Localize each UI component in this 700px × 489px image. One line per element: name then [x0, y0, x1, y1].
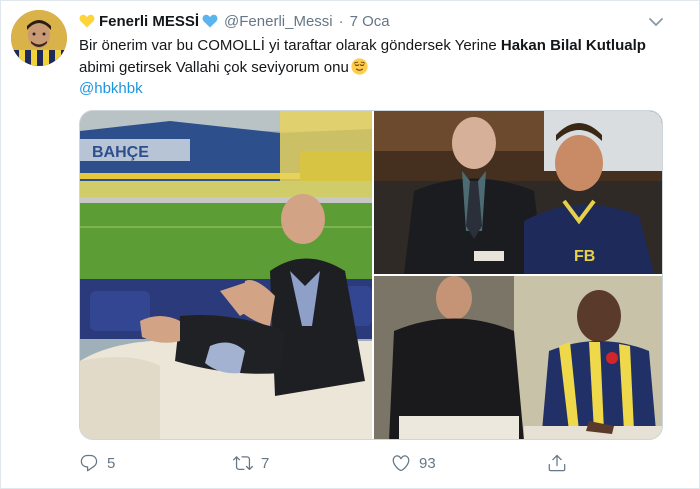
retweet-count: 7 [261, 454, 270, 472]
share-button[interactable] [547, 451, 575, 475]
svg-text:FB: FB [574, 248, 595, 265]
avatar[interactable] [11, 10, 67, 66]
tweet-text: Bir önerim var bu COMOLLİ yi taraftar ol… [79, 35, 659, 79]
separator-dot: · [338, 12, 344, 30]
tweet-card[interactable]: Fenerli MESSİ @Fenerli_Messi · 7 Oca Bir… [0, 0, 700, 489]
share-icon [548, 454, 566, 472]
tweet-header: Fenerli MESSİ @Fenerli_Messi · 7 Oca [79, 10, 659, 32]
avatar-image [11, 10, 67, 66]
chevron-down-icon[interactable] [647, 13, 665, 31]
yellow-heart-icon [79, 14, 95, 28]
display-name[interactable]: Fenerli MESSİ [99, 13, 199, 30]
tweet-text-part1: Bir önerim var bu COMOLLİ yi taraftar ol… [79, 37, 501, 54]
reply-icon [80, 454, 98, 472]
contract-signing-photo[interactable]: FB [374, 111, 662, 274]
retweet-icon [233, 456, 253, 471]
jersey-signing-photo[interactable] [374, 276, 662, 439]
like-button[interactable]: 93 [391, 451, 436, 475]
tweet-text-bold: Hakan Bilal Kutlualp [500, 37, 646, 54]
retweet-button[interactable]: 7 [233, 451, 269, 475]
relieved-face-emoji-icon [351, 58, 368, 75]
heart-icon [392, 455, 410, 472]
tweet-timestamp[interactable]: 7 Oca [350, 13, 390, 30]
user-handle[interactable]: @Fenerli_Messi [224, 13, 333, 30]
svg-text:BAHÇE: BAHÇE [92, 144, 149, 161]
tweet-text-part2: abimi getirsek Vallahi çok seviyorum onu [79, 59, 349, 76]
blue-heart-icon [202, 14, 218, 28]
reply-button[interactable]: 5 [79, 451, 115, 475]
stadium-interview-photo[interactable]: BAHÇE [80, 111, 372, 439]
mention-link[interactable]: @hbkhbk [79, 80, 143, 97]
reply-count: 5 [107, 454, 116, 472]
tweet-actions: 5 7 93 [79, 451, 663, 475]
like-count: 93 [419, 454, 436, 472]
media-grid: BAHÇE FB [79, 110, 663, 440]
